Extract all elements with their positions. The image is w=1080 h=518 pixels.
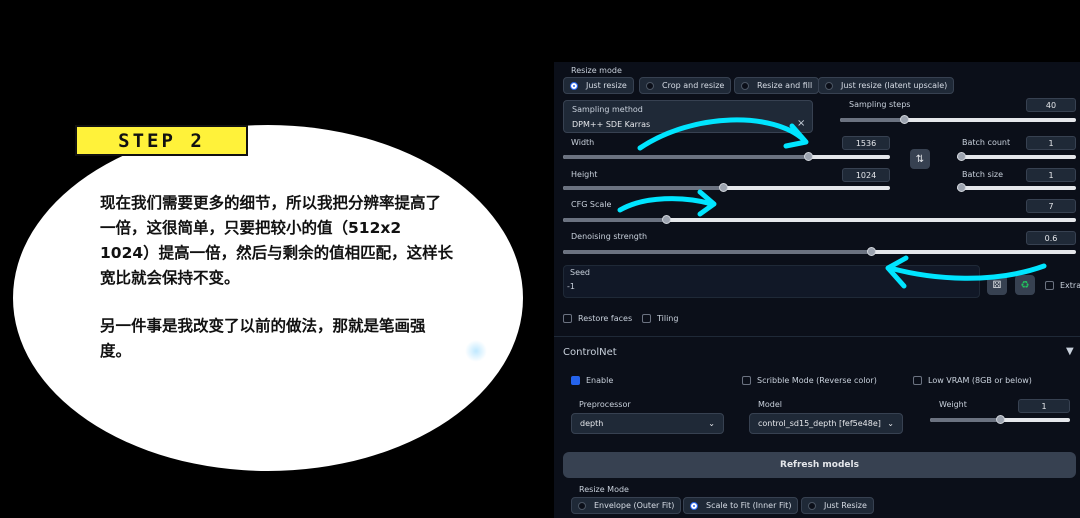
annotation-arrow-width xyxy=(637,117,807,151)
bubble-text: 现在我们需要更多的细节，所以我把分辨率提高了一倍，这很简单，只要把较小的值（51… xyxy=(100,191,455,387)
step-label: STEP 2 xyxy=(75,125,248,156)
glow-decoration xyxy=(465,340,487,362)
annotation-overlay xyxy=(617,117,1047,289)
annotation-arrow-denoise xyxy=(887,263,1047,281)
annotation-arrow-height xyxy=(617,196,715,213)
bubble-paragraph-1: 现在我们需要更多的细节，所以我把分辨率提高了一倍，这很简单，只要把较小的值（51… xyxy=(100,194,454,287)
bubble-paragraph-2: 另一件事是我改变了以前的做法，那就是笔画强度。 xyxy=(100,317,426,360)
